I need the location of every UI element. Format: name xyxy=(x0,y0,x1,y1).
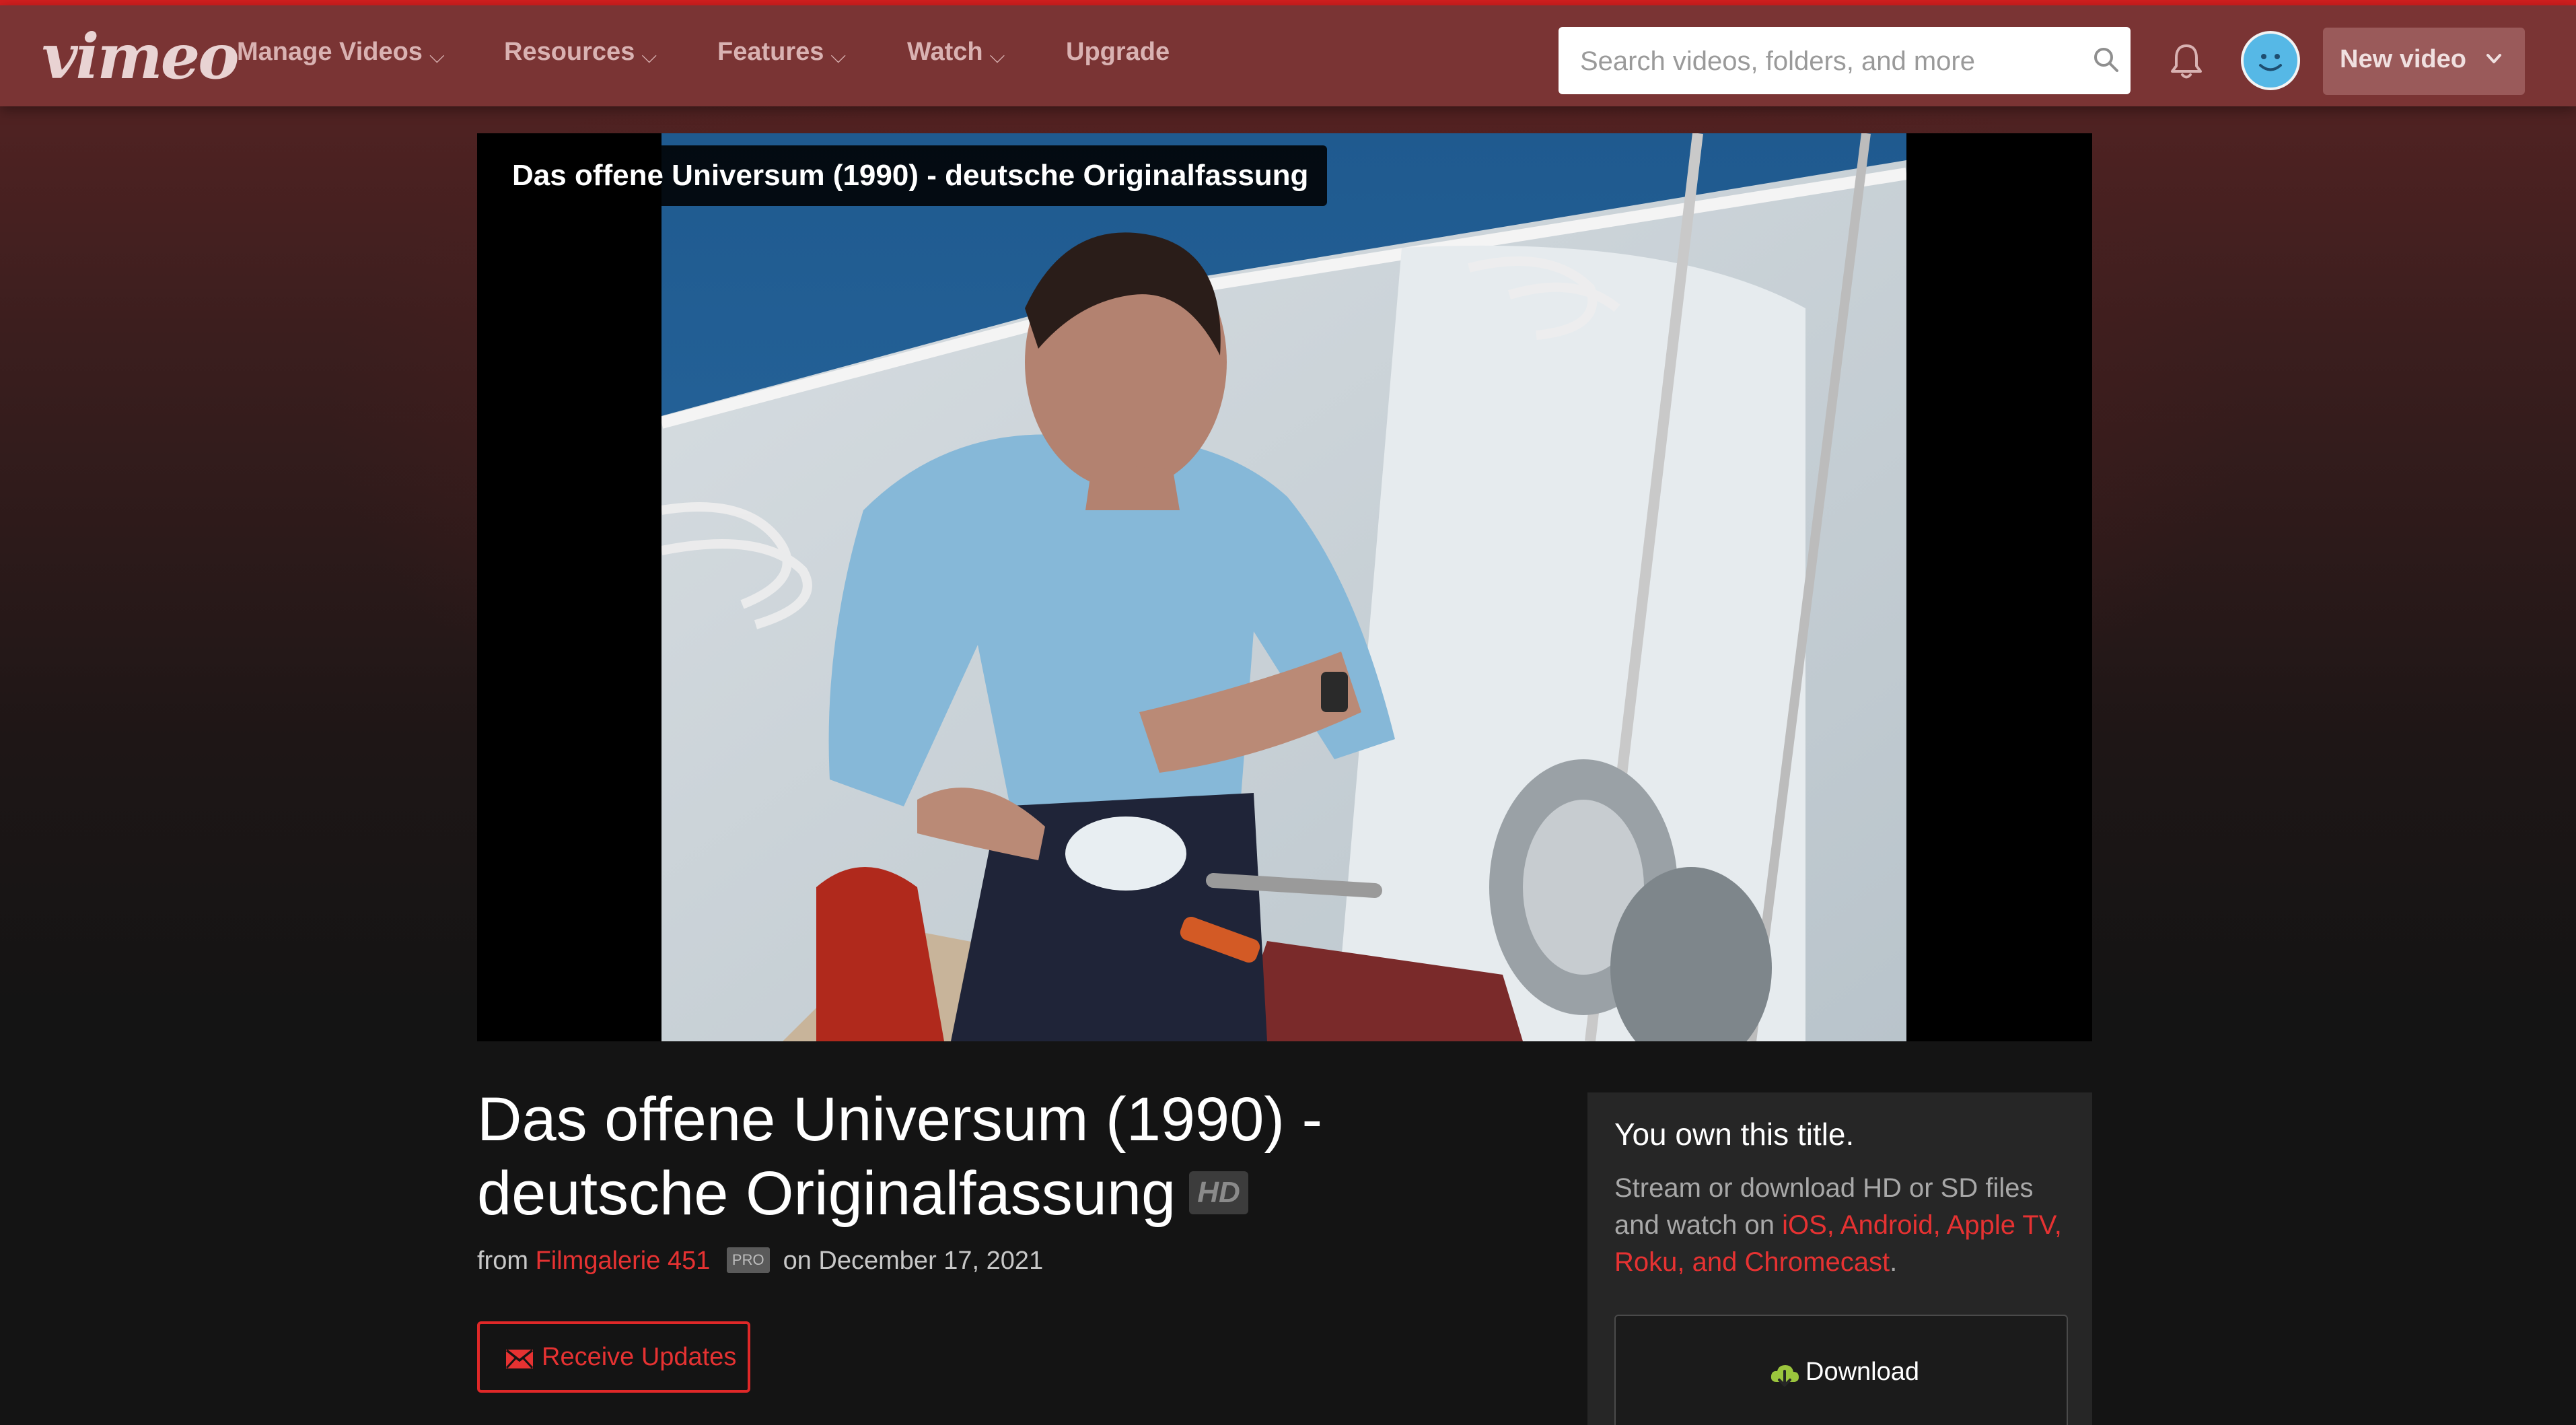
chevron-down-icon: ⌵ xyxy=(989,45,1005,67)
mail-icon xyxy=(505,1349,534,1369)
chevron-down-icon: ⌵ xyxy=(641,45,657,67)
nav-label: Resources xyxy=(504,38,635,66)
pro-badge: PRO xyxy=(726,1247,770,1273)
ownership-panel: You own this title. Stream or download H… xyxy=(1587,1092,2092,1425)
video-still-image xyxy=(661,133,1906,1041)
video-title-line1: Das offene Universum (1990) - xyxy=(477,1085,1323,1154)
top-accent-line xyxy=(0,0,2576,5)
nav-watch[interactable]: Watch ⌵ xyxy=(907,38,1005,67)
new-video-button[interactable]: New video xyxy=(2323,28,2525,95)
video-title: Das offene Universum (1990) - deutsche Or… xyxy=(477,1082,1520,1230)
top-navbar: vimeo Manage Videos ⌵ Resources ⌵ Features… xyxy=(0,5,2576,106)
ownership-description-end: . xyxy=(1890,1247,1898,1277)
chevron-down-icon xyxy=(2486,54,2501,63)
video-byline: from Filmgalerie 451 PRO on December 17, … xyxy=(477,1247,1043,1277)
video-title-line2: deutsche Originalfassung xyxy=(477,1159,1176,1228)
ownership-description: Stream or download HD or SD files and wa… xyxy=(1614,1170,2079,1281)
hd-badge: HD xyxy=(1189,1171,1248,1214)
search-box xyxy=(1559,27,2131,96)
chevron-down-icon: ⌵ xyxy=(429,45,445,67)
avatar-icon[interactable] xyxy=(2241,31,2300,90)
search-icon[interactable] xyxy=(2092,46,2120,74)
video-player[interactable]: Das offene Universum (1990) - deutsche O… xyxy=(477,133,2092,1041)
chevron-down-icon: ⌵ xyxy=(830,45,847,67)
nav-label: Manage Videos xyxy=(237,38,423,66)
nav-label: Features xyxy=(717,38,824,66)
vimeo-logo[interactable]: vimeo xyxy=(42,20,240,93)
nav-upgrade[interactable]: Upgrade xyxy=(1066,38,1170,67)
nav-label: Watch xyxy=(907,38,983,66)
from-label: from xyxy=(477,1247,528,1275)
upload-date: on December 17, 2021 xyxy=(783,1247,1044,1275)
player-title-overlay[interactable]: Das offene Universum (1990) - deutsche O… xyxy=(477,145,1328,206)
bell-icon[interactable] xyxy=(2169,42,2204,82)
new-video-label: New video xyxy=(2340,45,2466,73)
video-frame[interactable] xyxy=(661,133,1906,1041)
page: vimeo Manage Videos ⌵ Resources ⌵ Features… xyxy=(0,0,2576,1425)
author-link[interactable]: Filmgalerie 451 xyxy=(536,1247,711,1275)
nav-label: Upgrade xyxy=(1066,38,1170,66)
search-input[interactable] xyxy=(1579,27,2079,96)
nav-manage-videos[interactable]: Manage Videos ⌵ xyxy=(237,38,445,67)
ownership-heading: You own this title. xyxy=(1614,1117,1855,1152)
nav-features[interactable]: Features ⌵ xyxy=(717,38,846,67)
download-cloud-icon xyxy=(1770,1365,1799,1387)
download-label: Download xyxy=(1805,1358,1919,1386)
receive-updates-button[interactable]: Receive Updates xyxy=(477,1321,750,1393)
receive-updates-label: Receive Updates xyxy=(542,1343,737,1371)
download-button[interactable]: Download xyxy=(1614,1315,2068,1425)
nav-resources[interactable]: Resources ⌵ xyxy=(504,38,657,67)
